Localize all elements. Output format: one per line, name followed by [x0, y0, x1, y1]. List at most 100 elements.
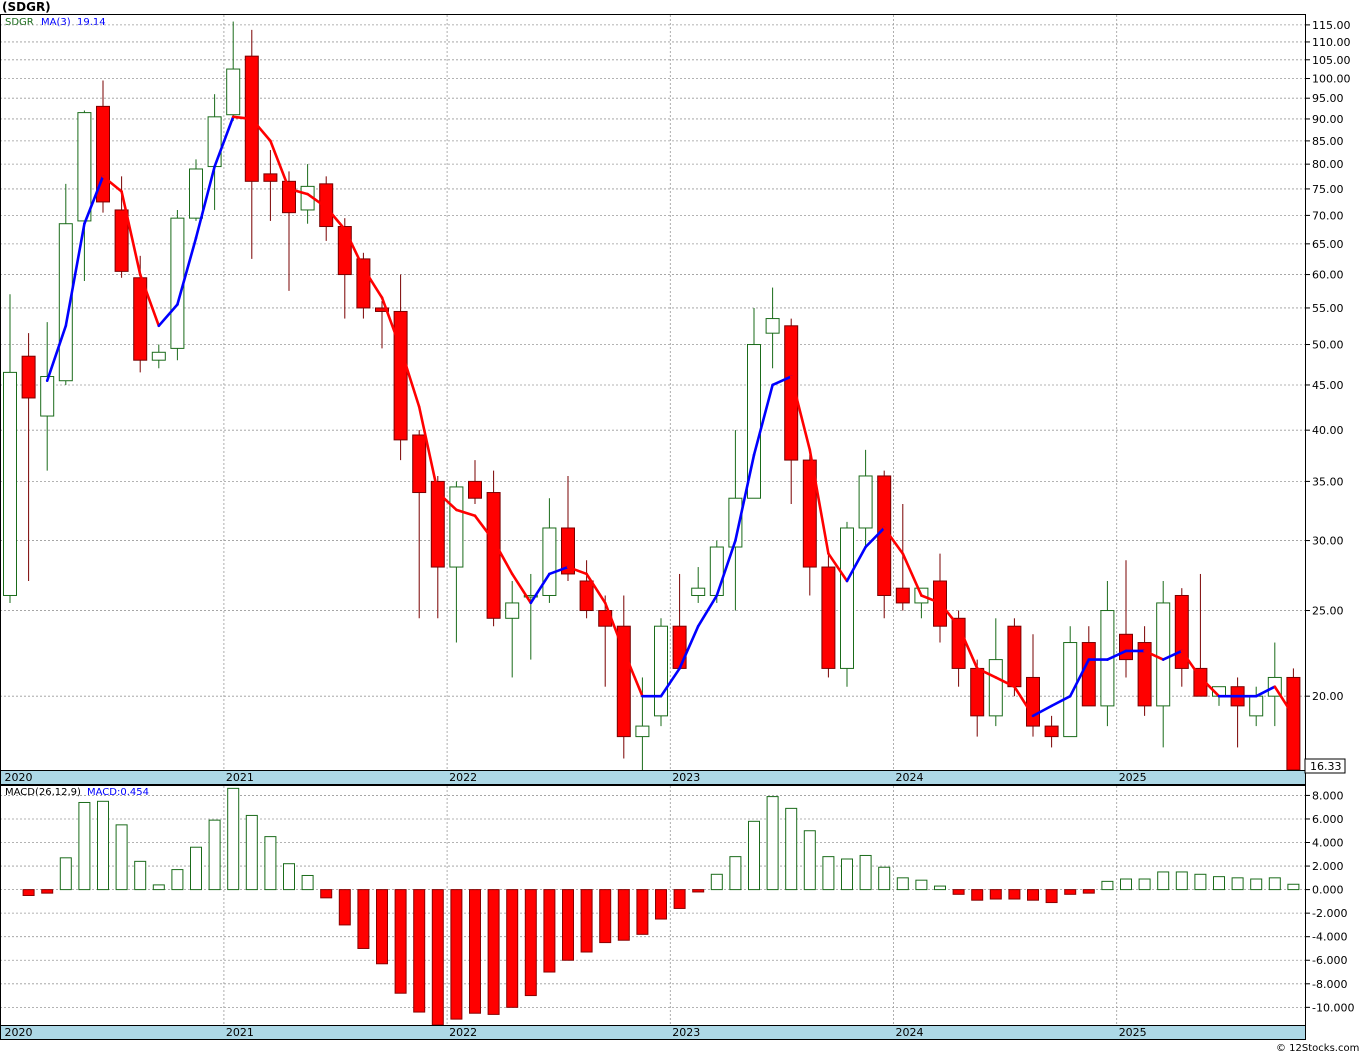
candle [821, 553, 836, 678]
macd-bar-positive [1287, 883, 1300, 891]
year-label: 2024 [896, 1026, 924, 1039]
candle-body-down [21, 355, 36, 399]
macd-bar-positive [841, 858, 853, 891]
macd-bar-negative [580, 889, 593, 953]
macd-bar-negative [487, 889, 500, 1015]
macd-bar-negative [524, 889, 537, 997]
candle-body-up [709, 546, 724, 596]
candle-body-down [1286, 676, 1301, 771]
macd-bar-negative [22, 889, 35, 896]
candle-body-up [505, 602, 520, 619]
candle-body-up [170, 217, 185, 349]
macd-bar-positive [283, 863, 295, 891]
macd-bar-negative [543, 889, 556, 973]
price-tick-label: 20.00 [1312, 690, 1344, 703]
macd-bar-positive [1157, 871, 1170, 891]
price-tick-label: 110.00 [1312, 36, 1351, 49]
macd-tick-label: 4.000 [1312, 837, 1344, 850]
candle-body-down [393, 310, 408, 441]
macd-bar-positive [803, 830, 816, 891]
macd-bar-positive [152, 884, 165, 891]
macd-bar-positive [1231, 877, 1244, 891]
price-tick-label: 115.00 [1312, 19, 1351, 32]
candle-body-down [337, 226, 352, 276]
candle-body-up [207, 116, 222, 168]
candle-body-up [1249, 695, 1264, 717]
macd-bar-negative [989, 889, 1002, 900]
year-label: 2020 [5, 771, 33, 784]
macd-bar-positive [97, 800, 109, 891]
candle-body-down [412, 434, 427, 494]
macd-bar-positive [59, 857, 72, 891]
macd-bar-positive [115, 824, 128, 891]
candle-body-up [1156, 602, 1171, 707]
price-tick-label: 60.00 [1312, 269, 1344, 282]
macd-tick-label: 6.000 [1312, 813, 1344, 826]
macd-bar-positive [245, 814, 258, 891]
price-tick-label: 45.00 [1312, 379, 1344, 392]
candle-body-up [840, 527, 854, 669]
price-tick-label: 25.00 [1312, 605, 1344, 618]
macd-bar-negative [394, 889, 407, 994]
macd-bar-negative [1045, 889, 1058, 904]
candle [1286, 668, 1301, 771]
stock-chart: (SDGR) SDGR MA(3) 19.14 20.00 25.00 30.00 3… [0, 0, 1360, 1056]
macd-tick-label: 2.000 [1312, 860, 1344, 873]
macd-bar-negative [1008, 889, 1021, 900]
macd-bar-positive [729, 856, 742, 891]
price-year-band [0, 770, 1306, 785]
macd-bar-positive [134, 860, 147, 891]
macd-bar-positive [1250, 878, 1263, 891]
price-tick-label: 30.00 [1312, 535, 1344, 548]
macd-bar-negative [450, 889, 463, 1020]
price-tick-label: 95.00 [1312, 92, 1344, 105]
price-tick-label: 100.00 [1312, 73, 1351, 86]
macd-bar-negative [562, 889, 574, 961]
candle-body-up [40, 376, 55, 417]
macd-tick-label: -4.000 [1312, 931, 1347, 944]
year-label: 2022 [449, 1026, 477, 1039]
macd-bar-negative [320, 889, 333, 899]
macd-tick-label: -2.000 [1312, 907, 1347, 920]
candle-body-up [151, 351, 166, 361]
candle-body-down [1044, 725, 1059, 738]
macd-bar-positive [264, 836, 277, 891]
macd-bar-positive [78, 801, 91, 891]
macd-bar-positive [1213, 876, 1225, 891]
credit-label: © 12Stocks.com [1276, 1043, 1359, 1054]
ma-legend: MA(3) [41, 17, 71, 28]
macd-bar-negative [617, 889, 630, 941]
candle-body-down [1119, 633, 1133, 661]
macd-tick-label: -10.000 [1312, 1001, 1354, 1014]
macd-bar-positive [934, 885, 946, 891]
price-tick-label: 75.00 [1312, 183, 1344, 196]
price-tick-label: 70.00 [1312, 209, 1344, 222]
price-tick-label: 90.00 [1312, 113, 1344, 126]
macd-bar-positive [785, 807, 798, 891]
macd-bar-positive [1268, 877, 1281, 891]
price-tick-label: 65.00 [1312, 238, 1344, 251]
candle [189, 159, 203, 221]
candle [840, 521, 854, 687]
macd-bar-negative [431, 889, 444, 1026]
macd-bar-positive [710, 873, 723, 891]
candle [654, 618, 668, 727]
macd-bar-positive [301, 874, 314, 891]
candle-body-down [672, 625, 687, 669]
price-tick-label: 40.00 [1312, 424, 1344, 437]
candle-body-down [1007, 625, 1022, 688]
macd-bar-positive [748, 820, 760, 891]
candle-body-up [189, 168, 203, 219]
price-tick-label: 80.00 [1312, 158, 1344, 171]
macd-legend: MACD(26,12,9) [5, 787, 81, 798]
macd-tick-label: -8.000 [1312, 978, 1347, 991]
macd-bar-negative [357, 889, 370, 949]
macd-bar-positive [1194, 873, 1207, 891]
candle-body-down [895, 587, 910, 604]
candle-body-up [988, 659, 1003, 717]
candle-body-down [486, 492, 501, 619]
candle-body-down [1026, 676, 1040, 727]
macd-bar-positive [822, 856, 835, 891]
macd-bar-positive [878, 866, 891, 891]
macd-bar-positive [1120, 878, 1132, 891]
